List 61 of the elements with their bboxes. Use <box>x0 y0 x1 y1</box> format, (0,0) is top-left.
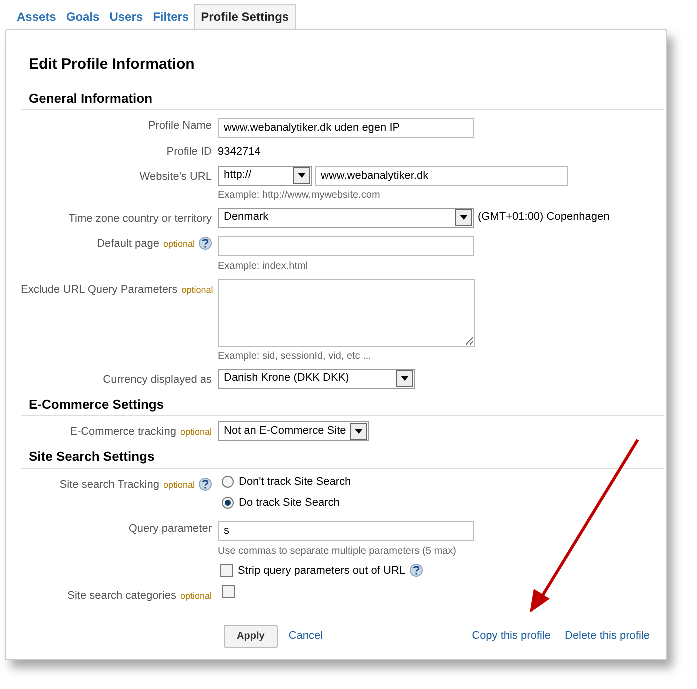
profile-link[interactable]: Delete this profile <box>565 628 650 644</box>
checkbox[interactable] <box>220 564 233 578</box>
select-field[interactable]: Danish Krone (DKK DKK) <box>218 368 415 388</box>
field-label: Profile Name <box>148 120 212 132</box>
field-label: Website's URL <box>140 170 212 182</box>
protocol-select[interactable]: http:// <box>218 166 312 186</box>
tab[interactable]: Profile Settings <box>194 4 296 29</box>
dropdown-button[interactable] <box>293 167 310 184</box>
text-field[interactable]: s <box>218 520 474 540</box>
tab[interactable]: Assets <box>12 4 62 29</box>
optional-tag: optional <box>163 238 195 248</box>
optional-tag: optional <box>182 284 214 294</box>
url-field[interactable]: www.webanalytiker.dk <box>315 166 568 186</box>
field-label: Default page <box>97 238 160 250</box>
optional-tag: optional <box>163 480 195 490</box>
help-icon[interactable] <box>199 237 212 250</box>
apply-button[interactable]: Apply <box>224 624 278 648</box>
radio-button[interactable] <box>222 476 234 488</box>
cancel-link[interactable]: Cancel <box>288 628 324 644</box>
hint-text: Example: index.html <box>218 260 310 274</box>
caret-icon <box>354 428 362 434</box>
field-label: Exclude URL Query Parameters <box>21 284 178 296</box>
radio-button[interactable] <box>222 497 234 510</box>
profile-link[interactable]: Copy this profile <box>472 628 551 644</box>
select-field[interactable]: Denmark <box>218 208 474 228</box>
field-label: E-Commerce tracking <box>70 426 176 438</box>
field-label: Site search Tracking <box>60 478 160 490</box>
hint-text: Example: http://www.mywebsite.com <box>218 188 382 202</box>
caret-icon <box>460 215 468 220</box>
radio-label: Don't track Site Search <box>239 474 352 490</box>
tab[interactable]: Goals <box>61 4 105 29</box>
section-heading: General Information <box>21 88 664 110</box>
checkbox-label: Strip query parameters out of URL <box>238 564 406 578</box>
field-label: Profile ID <box>166 146 212 158</box>
field-label: Query parameter <box>128 522 212 534</box>
checkbox[interactable] <box>222 585 235 598</box>
dropdown-button[interactable] <box>396 370 413 387</box>
field-label: Currency displayed as <box>103 374 212 386</box>
page-title: Edit Profile Information <box>28 55 196 75</box>
caret-icon <box>298 173 306 178</box>
optional-tag: optional <box>180 427 212 437</box>
hint-text: Use commas to separate multiple parameters (5 max) <box>218 544 458 558</box>
section-heading: Site Search Settings <box>21 447 664 468</box>
text-field[interactable] <box>218 236 474 256</box>
help-icon[interactable] <box>199 478 212 492</box>
caret-icon <box>400 376 408 381</box>
tab[interactable]: Users <box>104 4 148 29</box>
section-heading: E-Commerce Settings <box>21 394 664 416</box>
tab[interactable]: Filters <box>148 4 194 29</box>
select-field[interactable]: Not an E-Commerce Site <box>218 421 369 441</box>
dropdown-button[interactable] <box>350 422 367 440</box>
field-value: 9342714 <box>218 145 261 160</box>
text-field[interactable]: www.webanalytiker.dk uden egen IP <box>218 118 474 138</box>
hint-text: Example: sid, sessionId, vid, etc ... <box>218 350 372 364</box>
optional-tag: optional <box>180 591 212 601</box>
field-label: Site search categories <box>68 590 176 602</box>
timezone-text: (GMT+01:00) Copenhagen <box>478 210 610 226</box>
radio-label: Do track Site Search <box>239 496 340 511</box>
field-label: Time zone country or territory <box>68 212 212 224</box>
help-icon[interactable] <box>410 564 423 578</box>
dropdown-button[interactable] <box>455 209 472 226</box>
